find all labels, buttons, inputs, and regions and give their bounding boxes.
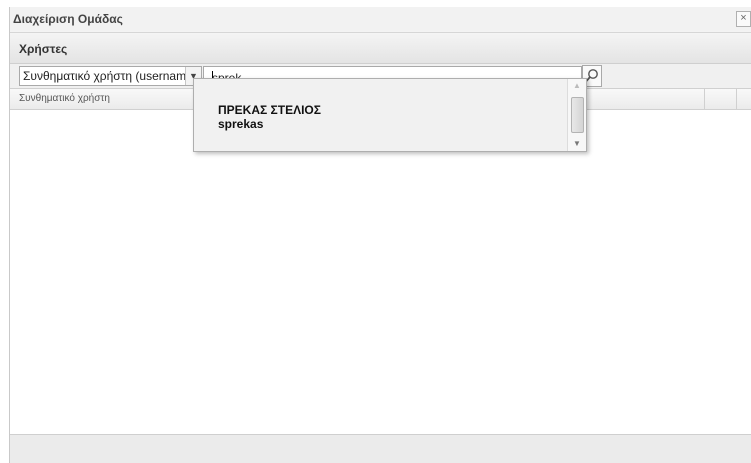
group-management-window: Διαχείριση Ομάδας × Χρήστες Συνθηματικό … bbox=[9, 7, 751, 463]
suggestion-username: sprekas bbox=[218, 117, 264, 131]
scrollbar-thumb[interactable] bbox=[571, 97, 584, 133]
arrow-up-icon[interactable]: ▲ bbox=[568, 79, 586, 93]
dropdown-scrollbar[interactable]: ▲ ▼ bbox=[567, 79, 586, 151]
search-field-selected-value: Συνθηματικό χρήστη (username) bbox=[23, 69, 197, 83]
panel-footer bbox=[10, 434, 751, 463]
column-header-username[interactable]: Συνθηματικό χρήστη bbox=[19, 93, 110, 104]
arrow-down-icon[interactable]: ▼ bbox=[568, 137, 586, 151]
search-field-select[interactable]: Συνθηματικό χρήστη (username) ▼ bbox=[19, 66, 202, 86]
autocomplete-dropdown: ΠΡΕΚΑΣ ΣΤΕΛΙΟΣ sprekas ▲ ▼ bbox=[193, 78, 587, 152]
window-titlebar: Διαχείριση Ομάδας × bbox=[10, 7, 751, 31]
column-divider bbox=[736, 89, 737, 109]
panel-title: Χρήστες bbox=[19, 42, 68, 56]
users-grid-body bbox=[10, 110, 751, 435]
close-button[interactable]: × bbox=[736, 11, 751, 27]
column-divider bbox=[704, 89, 705, 109]
window-title: Διαχείριση Ομάδας bbox=[13, 12, 123, 26]
suggestion-full-name: ΠΡΕΚΑΣ ΣΤΕΛΙΟΣ bbox=[218, 103, 321, 117]
suggestion-item[interactable]: ΠΡΕΚΑΣ ΣΤΕΛΙΟΣ sprekas bbox=[194, 79, 566, 151]
panel-header: Χρήστες bbox=[10, 33, 751, 64]
